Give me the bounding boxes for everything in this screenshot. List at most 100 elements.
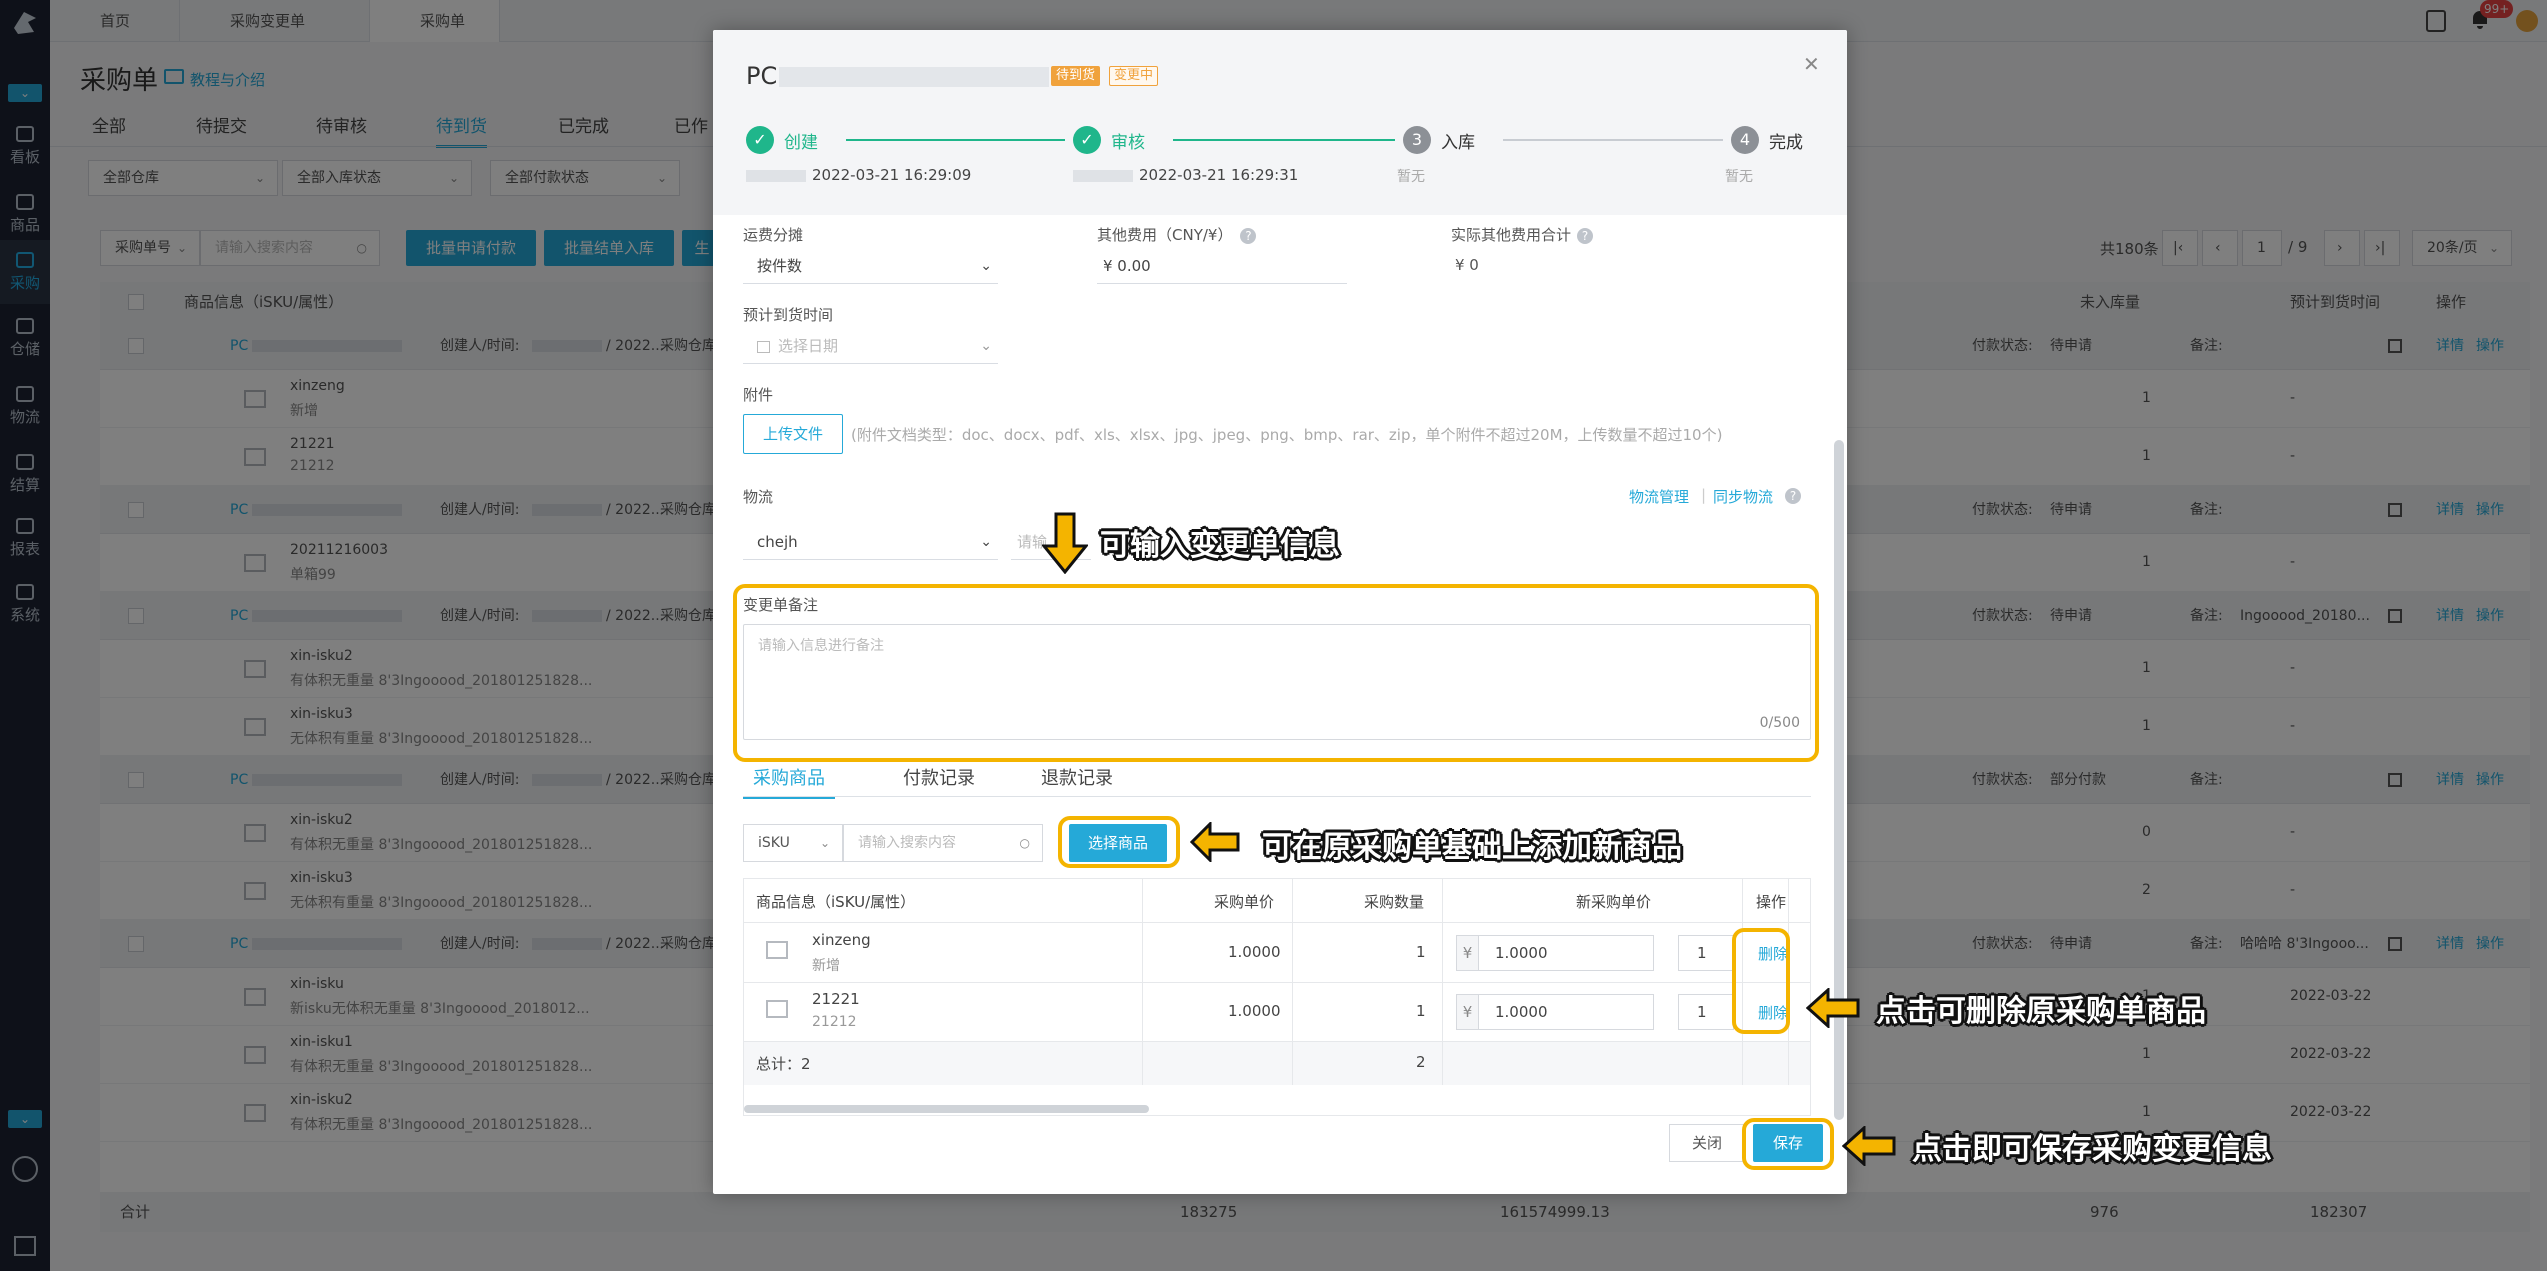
step-connector xyxy=(846,139,1065,141)
annotation-add-product: 可在原采购单基础上添加新商品 xyxy=(1262,830,1682,865)
total-qty: 2 xyxy=(1416,1053,1426,1071)
chevron-down-icon: ⌄ xyxy=(980,258,992,274)
step-time: 暂无 xyxy=(1725,169,1753,185)
col-price: 采购单价 xyxy=(1214,893,1275,911)
new-qty-input[interactable]: 1 xyxy=(1678,994,1734,1030)
arrow-down-icon xyxy=(1040,512,1090,575)
product-table-total-row xyxy=(744,1041,1810,1085)
logistics-sync-link[interactable]: 同步物流 xyxy=(1713,486,1773,507)
other-fee-input[interactable]: ¥ 0.00 xyxy=(1097,248,1347,284)
row-qty: 1 xyxy=(1416,943,1426,961)
logistics-mgmt-link[interactable]: 物流管理 xyxy=(1629,486,1689,507)
row-product-name: 21221 xyxy=(812,990,860,1008)
chevron-down-icon: ⌄ xyxy=(819,836,830,850)
chevron-down-icon: ⌄ xyxy=(980,338,992,354)
col-operation: 操作 xyxy=(1756,893,1787,911)
arrow-left-icon xyxy=(1189,820,1240,864)
actual-other-text: 实际其他费用合计 xyxy=(1451,226,1572,244)
logistics-label: 物流 xyxy=(743,488,774,506)
step-connector xyxy=(1503,139,1723,141)
order-number: PC xyxy=(746,62,1050,90)
inner-tabs-divider xyxy=(743,796,1811,797)
step-user-redacted xyxy=(1073,170,1133,182)
upload-button[interactable]: 上传文件 xyxy=(743,414,843,454)
product-table: 商品信息（iSKU/属性） 采购单价 采购数量 新采购单价 操作 xinzeng… xyxy=(743,878,1811,1116)
new-qty-value: 1 xyxy=(1697,944,1707,962)
col-qty: 采购数量 xyxy=(1364,893,1425,911)
step-label: 创建 xyxy=(784,133,818,153)
eta-date-picker[interactable]: 选择日期 ⌄ xyxy=(743,328,998,364)
new-price-value: 1.0000 xyxy=(1495,1003,1548,1021)
arrow-left-icon xyxy=(1805,986,1860,1030)
inner-tab-1[interactable]: 付款记录 xyxy=(893,764,985,796)
actual-other-value: ¥ 0 xyxy=(1455,256,1479,274)
sku-search-input[interactable]: 请输入搜索内容 ○ xyxy=(843,824,1043,862)
step-number-circle: 4 xyxy=(1731,126,1759,154)
new-price-input[interactable]: ¥1.0000 xyxy=(1456,994,1654,1030)
logistics-select[interactable]: chejh ⌄ xyxy=(743,524,998,560)
annotation-remark: 可输入变更单信息 xyxy=(1100,528,1340,563)
status-tag-changing: 变更中 xyxy=(1109,66,1159,86)
eta-label: 预计到货时间 xyxy=(743,306,834,324)
row-divider xyxy=(744,982,1810,983)
annotation-delete: 点击可删除原采购单商品 xyxy=(1876,994,2206,1029)
freight-label: 运费分摊 xyxy=(743,226,804,244)
total-label: 总计：2 xyxy=(756,1055,811,1073)
modal-header: PC 待到货 变更中 ✕ ✓ 创建 2022-03-21 16:29:09 ✓ 审核 20… xyxy=(713,30,1847,215)
eta-placeholder: 选择日期 xyxy=(778,337,839,355)
step-number: 3 xyxy=(1411,130,1423,149)
step-time: 2022-03-21 16:29:09 xyxy=(812,166,972,184)
row-divider xyxy=(744,1041,1810,1042)
close-button[interactable]: 关闭 xyxy=(1669,1124,1745,1162)
row-product-attr: 新增 xyxy=(812,958,840,974)
inner-tab-2[interactable]: 退款记录 xyxy=(1031,764,1123,796)
new-qty-value: 1 xyxy=(1697,1003,1707,1021)
image-icon xyxy=(766,941,788,959)
other-fee-text: 其他费用（CNY/¥） xyxy=(1097,226,1233,244)
step-label: 审核 xyxy=(1111,133,1145,153)
close-icon[interactable]: ✕ xyxy=(1803,52,1820,76)
currency-symbol: ¥ xyxy=(1457,995,1479,1029)
help-icon[interactable]: ? xyxy=(1240,228,1257,244)
highlight-remark xyxy=(733,584,1819,762)
row-qty: 1 xyxy=(1416,1002,1426,1020)
logistics-value: chejh xyxy=(757,533,798,551)
currency-symbol: ¥ xyxy=(1457,936,1479,970)
sku-search-placeholder: 请输入搜索内容 xyxy=(858,835,956,851)
step-label: 入库 xyxy=(1441,133,1475,153)
step-user-redacted xyxy=(746,170,806,182)
row-price: 1.0000 xyxy=(1228,1002,1281,1020)
help-icon[interactable]: ? xyxy=(1577,228,1594,244)
attach-label: 附件 xyxy=(743,386,774,404)
step-number: 4 xyxy=(1739,130,1751,149)
new-price-input[interactable]: ¥1.0000 xyxy=(1456,935,1654,971)
inner-tab-0[interactable]: 采购商品 xyxy=(743,764,835,799)
step-time: 2022-03-21 16:29:31 xyxy=(1139,166,1299,184)
actual-other-label: 实际其他费用合计? xyxy=(1451,224,1594,245)
arrow-left-icon xyxy=(1841,1124,1896,1168)
order-prefix: PC xyxy=(746,62,778,90)
new-qty-input[interactable]: 1 xyxy=(1678,935,1734,971)
step-label: 完成 xyxy=(1769,133,1803,153)
highlight-save xyxy=(1742,1118,1834,1170)
status-tag-arrival: 待到货 xyxy=(1051,66,1101,86)
sku-type-label: iSKU xyxy=(758,835,790,851)
freight-select[interactable]: 按件数 ⌄ xyxy=(743,248,998,284)
image-icon xyxy=(766,1000,788,1018)
help-icon[interactable]: ? xyxy=(1785,488,1801,504)
step-time: 暂无 xyxy=(1397,169,1425,185)
new-price-value: 1.0000 xyxy=(1495,944,1548,962)
h-scrollbar[interactable] xyxy=(744,1105,1149,1113)
col-product-info: 商品信息（iSKU/属性） xyxy=(756,893,916,911)
link-divider: | xyxy=(1701,486,1707,504)
search-icon[interactable]: ○ xyxy=(1020,825,1030,861)
order-redacted xyxy=(779,67,1050,87)
highlight-delete xyxy=(1732,928,1790,1034)
chevron-down-icon: ⌄ xyxy=(980,534,992,550)
row-price: 1.0000 xyxy=(1228,943,1281,961)
row-product-name: xinzeng xyxy=(812,931,871,949)
sku-type-select[interactable]: iSKU ⌄ xyxy=(743,824,843,862)
highlight-select-product xyxy=(1058,816,1180,868)
calendar-icon xyxy=(757,340,770,353)
step-number-circle: 3 xyxy=(1403,126,1431,154)
